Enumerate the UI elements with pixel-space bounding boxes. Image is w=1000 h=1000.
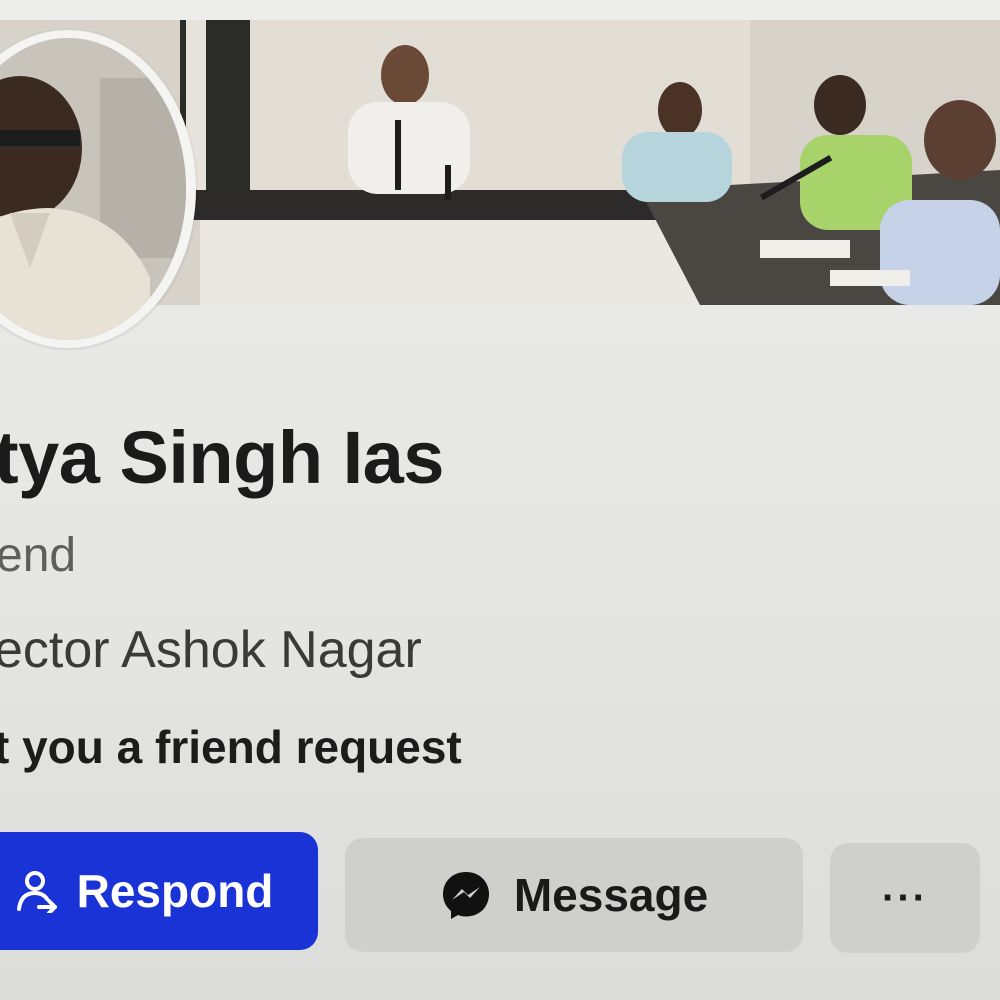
friend-request-text: t you a friend request	[0, 721, 462, 773]
respond-button[interactable]: Respond	[0, 832, 318, 950]
profile-screen: tya Singh Ias end ector Ashok Nagar t yo…	[0, 0, 1000, 1000]
profile-job: ector Ashok Nagar	[0, 621, 422, 679]
message-label: Message	[513, 869, 709, 921]
more-dots-icon: ···	[882, 875, 928, 920]
mutual-relation: end	[0, 529, 77, 582]
more-options-button[interactable]: ···	[830, 843, 980, 953]
messenger-icon	[440, 869, 492, 921]
profile-name: tya Singh Ias	[0, 416, 444, 499]
person-arrow-icon	[15, 869, 59, 913]
message-button[interactable]: Message	[345, 838, 803, 952]
respond-label: Respond	[76, 865, 274, 917]
